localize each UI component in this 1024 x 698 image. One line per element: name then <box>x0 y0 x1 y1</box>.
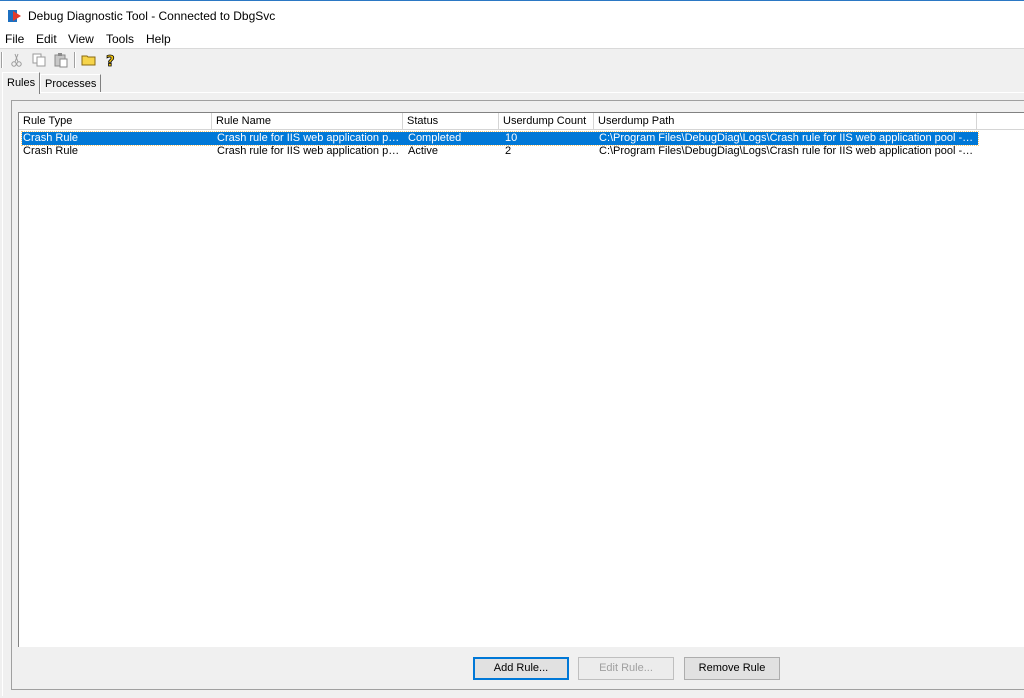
cell-rule-name: Crash rule for IIS web application po… <box>217 132 401 144</box>
column-header-status[interactable]: Status <box>403 113 499 130</box>
toolbar: ? <box>0 48 1024 70</box>
menu-help[interactable]: Help <box>145 32 172 46</box>
open-folder-icon[interactable] <box>80 51 98 69</box>
toolbar-separator <box>74 52 76 68</box>
cell-userdump-count: 2 <box>505 145 512 157</box>
remove-rule-button[interactable]: Remove Rule <box>684 657 780 680</box>
table-row[interactable]: Crash Rule Crash rule for IIS web applic… <box>22 145 978 158</box>
tab-strip: Rules Processes <box>0 72 1024 94</box>
paste-icon[interactable] <box>52 51 70 69</box>
edit-rule-button[interactable]: Edit Rule... <box>578 657 674 680</box>
column-header-rule-type[interactable]: Rule Type <box>19 113 212 130</box>
cell-rule-type: Crash Rule <box>23 145 79 157</box>
cell-rule-name: Crash rule for IIS web application po… <box>217 145 401 157</box>
remove-rule-label: Remove Rule <box>698 662 766 674</box>
debugdiag-app-icon <box>8 10 21 22</box>
table-row[interactable]: Crash Rule Crash rule for IIS web applic… <box>21 131 979 146</box>
column-header-rule-name[interactable]: Rule Name <box>212 113 403 130</box>
app-window: Debug Diagnostic Tool - Connected to Dbg… <box>0 0 1024 698</box>
add-rule-button[interactable]: Add Rule... <box>473 657 569 680</box>
window-title: Debug Diagnostic Tool - Connected to Dbg… <box>28 9 276 23</box>
copy-icon[interactable] <box>30 51 48 69</box>
cell-userdump-path: C:\Program Files\DebugDiag\Logs\Crash ru… <box>599 145 975 157</box>
tab-rules[interactable]: Rules <box>2 72 41 94</box>
toolbar-grip <box>1 52 3 68</box>
add-rule-label: Add Rule... <box>493 662 549 674</box>
cell-userdump-path: C:\Program Files\DebugDiag\Logs\Crash ru… <box>599 132 975 144</box>
help-icon[interactable]: ? <box>102 51 120 69</box>
cell-rule-type: Crash Rule <box>23 132 79 144</box>
menu-bar: File Edit View Tools Help <box>0 30 1024 48</box>
tab-processes[interactable]: Processes <box>40 74 102 94</box>
menu-tools[interactable]: Tools <box>105 32 135 46</box>
menu-file[interactable]: File <box>4 32 25 46</box>
cut-icon[interactable] <box>8 51 26 69</box>
cell-userdump-count: 10 <box>505 132 518 144</box>
column-header-userdump-count[interactable]: Userdump Count <box>499 113 594 130</box>
cell-status: Completed <box>408 132 462 144</box>
title-bar: Debug Diagnostic Tool - Connected to Dbg… <box>0 0 1024 30</box>
menu-edit[interactable]: Edit <box>35 32 58 46</box>
svg-text:?: ? <box>106 52 115 69</box>
list-header: Rule Type Rule Name Status Userdump Coun… <box>19 113 1024 130</box>
rules-list-view[interactable]: Rule Type Rule Name Status Userdump Coun… <box>18 112 1024 647</box>
edit-rule-label: Edit Rule... <box>599 662 653 674</box>
menu-view[interactable]: View <box>67 32 95 46</box>
column-header-userdump-path[interactable]: Userdump Path <box>594 113 977 130</box>
cell-status: Active <box>408 145 438 157</box>
